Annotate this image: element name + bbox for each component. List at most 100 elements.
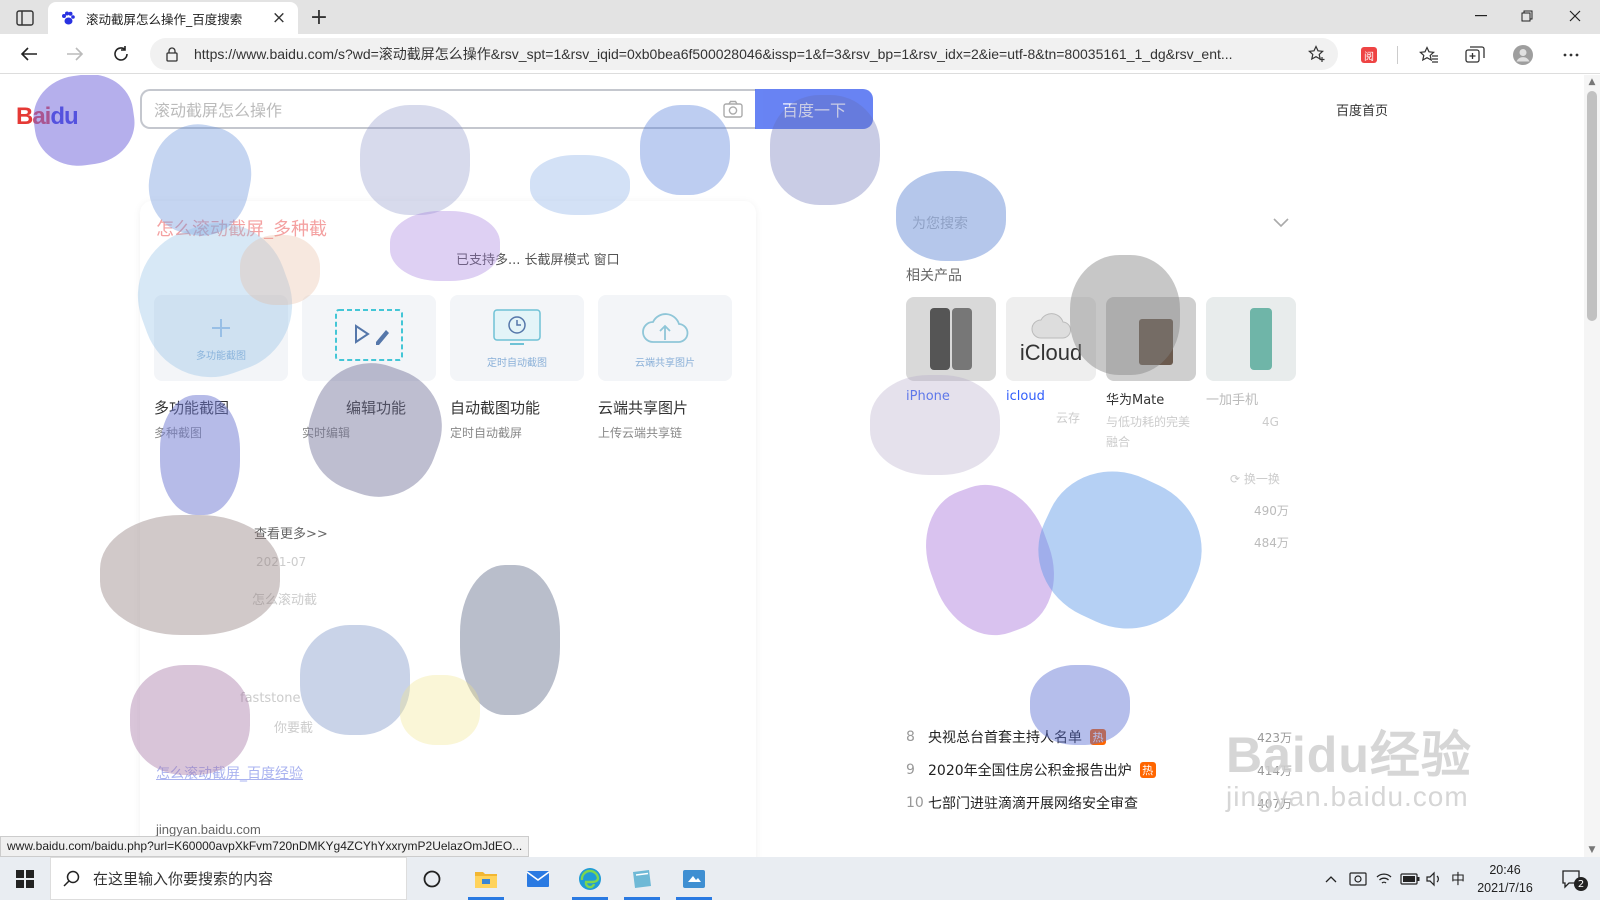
hot-title[interactable]: 2020年全国住房公积金报告出炉 — [928, 760, 1132, 780]
search-icon — [63, 870, 80, 887]
battery-icon[interactable] — [1398, 857, 1422, 900]
volume-icon[interactable] — [1422, 857, 1446, 900]
toolbar-separator — [1397, 46, 1398, 64]
restore-button[interactable] — [1504, 0, 1550, 32]
result-title[interactable]: 怎么滚动截屏_多种截 — [156, 215, 327, 241]
windows-start-icon[interactable] — [0, 857, 50, 900]
feature-title: 自动截图功能 — [450, 399, 541, 417]
result-date: 2021-07 — [256, 555, 307, 569]
crayon-scribble — [907, 469, 1073, 651]
task-view-icon[interactable] — [408, 857, 456, 900]
product-name: 一加手机 — [1206, 393, 1259, 408]
refresh-icon: ⟳ — [1230, 472, 1244, 486]
hot-count-faded: 484万 — [1254, 536, 1289, 550]
notification-icon[interactable]: 2 — [1552, 857, 1592, 900]
close-tab-icon[interactable]: × — [270, 8, 288, 28]
minimize-button[interactable] — [1458, 0, 1504, 32]
feature-card[interactable]: 定时自动截图 自动截图功能 定时自动截屏 — [450, 295, 584, 441]
status-bar-url: www.baidu.com/baidu.php?url=K60000avpXkF… — [0, 836, 530, 857]
product-card[interactable]: iPhone — [906, 297, 996, 404]
screenshot-tool-icon[interactable] — [670, 857, 718, 900]
lock-icon[interactable] — [164, 46, 180, 62]
crayon-scribble — [1015, 448, 1225, 652]
product-desc: 云存 — [1056, 411, 1081, 425]
refresh-button[interactable] — [106, 40, 136, 68]
baidu-home-link[interactable]: 百度首页 — [1336, 100, 1388, 119]
product-desc: 与低功耗的完美融合 — [1106, 415, 1191, 449]
browser-tab[interactable]: 滚动截屏怎么操作_百度搜索 × — [48, 2, 298, 34]
more-options-icon[interactable] — [1558, 42, 1584, 68]
feature-title: 多功能截图 — [154, 399, 230, 417]
wifi-icon[interactable] — [1372, 857, 1396, 900]
favorites-icon[interactable] — [1416, 42, 1442, 68]
security-tray-icon[interactable] — [1346, 857, 1370, 900]
result-snippet: 怎么滚动截 — [252, 593, 318, 608]
more-link[interactable]: 查看更多>> — [254, 523, 328, 542]
result-desc: 已支持多... 长截屏模式 窗口 — [156, 249, 736, 268]
hot-rank: 8 — [906, 729, 915, 745]
tab-strip: 滚动截屏怎么操作_百度搜索 × + — [0, 0, 1600, 34]
tab-actions-icon[interactable] — [12, 7, 38, 29]
taskbar-search-placeholder: 在这里输入你要搜索的内容 — [93, 870, 274, 888]
hot-rank: 10 — [906, 795, 924, 811]
camera-icon[interactable] — [722, 98, 744, 120]
ime-indicator[interactable]: 中 — [1446, 857, 1470, 900]
feature-card[interactable]: 多功能截图 多功能截图 多种截图 — [154, 295, 288, 441]
refresh-label: 换一换 — [1243, 472, 1280, 486]
app-icon[interactable] — [618, 857, 666, 900]
profile-icon[interactable] — [1510, 42, 1536, 68]
product-card[interactable]: 华为Mate 与低功耗的完美融合 — [1106, 297, 1196, 452]
url-text[interactable]: https://www.baidu.com/s?wd=滚动截屏怎么操作&rsv_… — [194, 44, 1306, 64]
forward-button[interactable] — [60, 40, 90, 68]
address-bar[interactable]: https://www.baidu.com/s?wd=滚动截屏怎么操作&rsv_… — [150, 38, 1338, 70]
file-explorer-icon[interactable] — [462, 857, 510, 900]
show-hidden-icons[interactable] — [1320, 857, 1342, 900]
feature-thumb-label: 多功能截图 — [196, 350, 246, 362]
feature-sub: 多种截图 — [154, 426, 203, 440]
baidu-logo[interactable]: Baidu — [16, 103, 79, 131]
experience-link[interactable]: 怎么滚动截屏_百度经验 — [156, 763, 303, 783]
edge-browser-icon[interactable] — [566, 857, 614, 900]
edit-video-icon — [335, 309, 403, 361]
feature-thumb: 云端共享图片 — [598, 295, 732, 381]
result-snippet-2: faststone — [240, 691, 301, 706]
search-button[interactable]: 百度一下 — [755, 89, 873, 129]
cloud-upload-icon — [642, 312, 689, 343]
add-favorite-icon[interactable] — [1306, 43, 1328, 65]
mail-icon[interactable] — [514, 857, 562, 900]
product-card[interactable]: iCloud icloud 云存 — [1006, 297, 1096, 428]
watermark-main: Baidu经验 — [1226, 727, 1472, 783]
result-card: 怎么滚动截屏_多种截 已支持多... 长截屏模式 窗口 多功能截图 多功能截图 … — [140, 201, 756, 857]
chevron-down-icon[interactable] — [1272, 215, 1290, 229]
iphone-image — [906, 297, 996, 381]
product-name: iPhone — [906, 389, 950, 404]
product-name: 华为Mate — [1106, 393, 1165, 408]
taskbar-clock[interactable]: 20:46 2021/7/16 — [1470, 861, 1540, 897]
new-tab-button[interactable]: + — [306, 4, 332, 30]
scroll-down-icon[interactable]: ▼ — [1584, 843, 1600, 857]
close-window-button[interactable] — [1552, 0, 1598, 32]
tab-title: 滚动截屏怎么操作_百度搜索 — [86, 11, 243, 27]
icloud-wordmark: iCloud — [1019, 340, 1083, 365]
page-scrollbar[interactable]: ▲ ▼ — [1584, 75, 1600, 857]
hot-badge: 热 — [1139, 762, 1156, 778]
search-box[interactable] — [140, 89, 756, 129]
scroll-thumb[interactable] — [1587, 91, 1597, 321]
scroll-up-icon[interactable]: ▲ — [1584, 75, 1600, 89]
hot-rank: 9 — [906, 762, 915, 778]
extension-icon[interactable]: 阅 — [1356, 42, 1382, 68]
feature-card[interactable]: 编辑功能 实时编辑 — [302, 295, 436, 441]
taskbar-search[interactable]: 在这里输入你要搜索的内容 — [50, 857, 407, 900]
refresh-link[interactable]: ⟳ 换一换 — [1230, 470, 1280, 487]
feature-card[interactable]: 云端共享图片 云端共享图片 上传云端共享链 — [598, 295, 732, 441]
hot-count-faded: 490万 — [1254, 504, 1289, 518]
right-header: 为您搜索 — [912, 216, 968, 232]
result-source: jingyan.baidu.com — [156, 822, 261, 837]
hot-title[interactable]: 七部门进驻滴滴开展网络安全审查 — [928, 793, 1138, 813]
back-button[interactable] — [14, 40, 44, 68]
product-card[interactable]: 一加手机 4G — [1206, 297, 1296, 432]
feature-title: 编辑功能 — [346, 399, 407, 417]
collections-icon[interactable] — [1462, 42, 1488, 68]
search-input[interactable] — [154, 99, 722, 119]
hot-title[interactable]: 央视总台首套主持人名单 — [928, 727, 1082, 747]
